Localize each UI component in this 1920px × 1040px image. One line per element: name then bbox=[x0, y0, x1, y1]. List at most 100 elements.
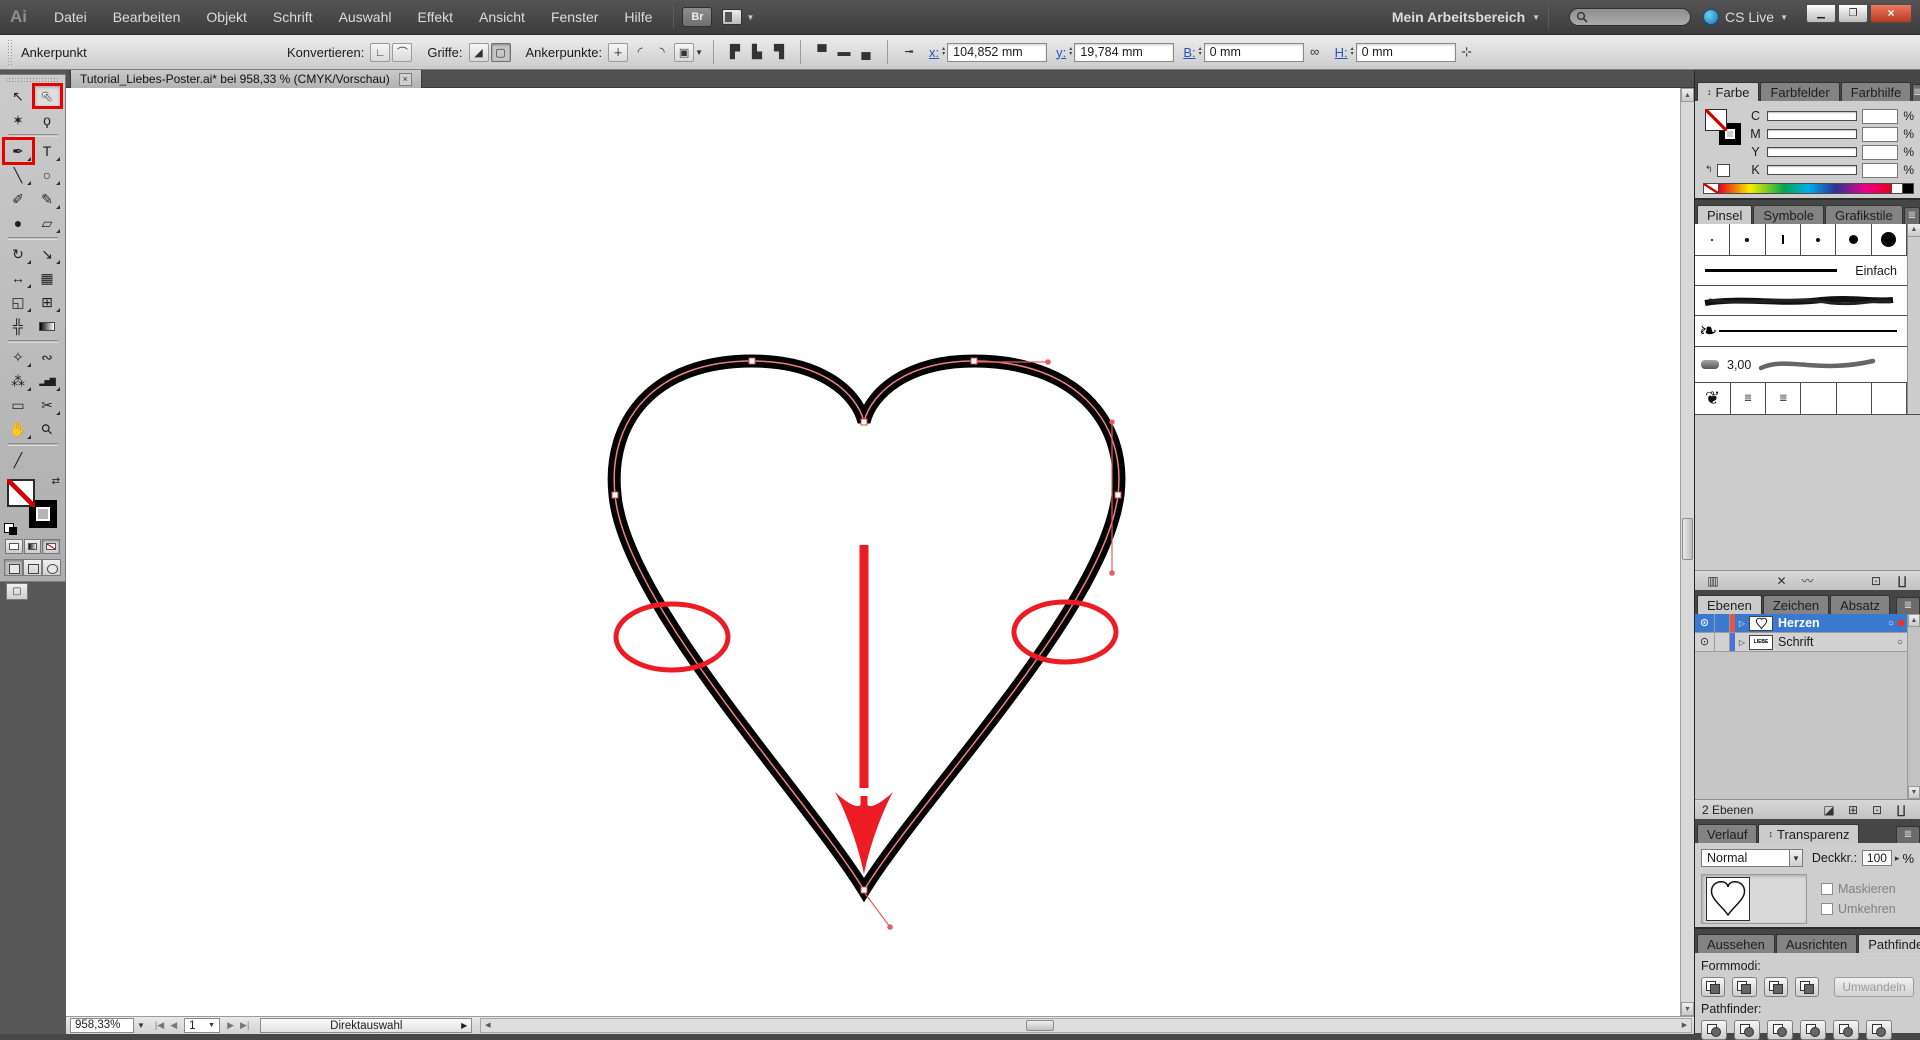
menu-item-ansicht[interactable]: Ansicht bbox=[466, 0, 538, 35]
cs-live-button[interactable]: CS Live ▼ bbox=[1703, 9, 1788, 25]
zoom-dropdown-icon[interactable]: ▼ bbox=[137, 1021, 145, 1030]
scroll-up-icon[interactable]: ▲ bbox=[1908, 224, 1920, 237]
handle-end-point[interactable] bbox=[888, 925, 892, 929]
brush-row-basic[interactable]: Einfach bbox=[1695, 256, 1907, 286]
tab-ausrichten[interactable]: Ausrichten bbox=[1776, 934, 1857, 953]
lock-toggle-box[interactable] bbox=[1715, 633, 1730, 651]
tab-zeichen[interactable]: Zeichen bbox=[1763, 595, 1829, 614]
status-tool-field[interactable]: Direktauswahl ▶ bbox=[260, 1018, 472, 1033]
blob-brush-tool[interactable]: ● bbox=[5, 212, 32, 234]
menu-item-auswahl[interactable]: Auswahl bbox=[326, 0, 405, 35]
align-bottom-button[interactable]: ▄ bbox=[856, 43, 876, 62]
expand-triangle-icon[interactable]: ▷ bbox=[1735, 638, 1749, 647]
scroll-down-icon[interactable]: ▼ bbox=[1908, 786, 1920, 799]
calligraphic-brush-swatch[interactable] bbox=[1766, 224, 1801, 255]
handle-end-point[interactable] bbox=[1110, 420, 1114, 424]
swap-icon[interactable]: ↰ bbox=[1705, 164, 1713, 175]
y-input[interactable]: 19,784 mm bbox=[1074, 43, 1174, 62]
channel-slider[interactable] bbox=[1767, 111, 1857, 121]
status-flyout-icon[interactable]: ▶ bbox=[461, 1021, 467, 1030]
unite-button[interactable] bbox=[1701, 977, 1725, 997]
first-artboard-button[interactable]: |◀ bbox=[155, 1020, 164, 1031]
close-icon[interactable]: × bbox=[399, 73, 412, 86]
brush-row-ornament[interactable]: ❧ bbox=[1695, 316, 1907, 347]
brush-options-icon[interactable]: 〰 bbox=[1797, 572, 1819, 589]
hand-tool[interactable]: ✋ bbox=[5, 418, 32, 440]
channel-value-input[interactable] bbox=[1862, 163, 1898, 178]
target-circle-icon[interactable]: ○ bbox=[1897, 637, 1903, 648]
tab-grafikstile[interactable]: Grafikstile bbox=[1825, 205, 1903, 224]
graph-tool[interactable]: ▂▅▇ bbox=[34, 370, 61, 392]
cut-path-button[interactable]: ◝ bbox=[652, 43, 672, 62]
make-clipping-mask-icon[interactable]: ◪ bbox=[1817, 803, 1841, 817]
x-input[interactable]: 104,852 mm bbox=[947, 43, 1047, 62]
blend-tool[interactable]: ∾ bbox=[34, 346, 61, 368]
new-sublayer-icon[interactable]: ⊞ bbox=[1841, 803, 1865, 817]
layer-name[interactable]: Schrift bbox=[1778, 635, 1897, 649]
gradient-tool[interactable] bbox=[34, 315, 61, 337]
workspace-switcher[interactable]: Mein Arbeitsbereich ▼ bbox=[1392, 9, 1540, 25]
symbol-sprayer-tool[interactable]: ⁂ bbox=[5, 370, 32, 392]
panel-menu-icon[interactable]: ≣ bbox=[1912, 84, 1920, 101]
magic-wand-tool[interactable]: ✶ bbox=[5, 109, 32, 131]
menu-item-effekt[interactable]: Effekt bbox=[404, 0, 466, 35]
brush-row-calligraphic-3[interactable]: 3,00 bbox=[1695, 347, 1907, 383]
calligraphic-brush-swatch[interactable] bbox=[1801, 224, 1836, 255]
artboard-navigation-field[interactable]: 1 ▼ bbox=[184, 1018, 220, 1033]
menu-item-schrift[interactable]: Schrift bbox=[260, 0, 326, 35]
none-button[interactable] bbox=[42, 539, 60, 554]
tab-pathfinder[interactable]: Pathfinder bbox=[1858, 934, 1920, 953]
brushes-scrollbar[interactable]: ▲ bbox=[1907, 224, 1920, 414]
visibility-eye-icon[interactable]: ⊙ bbox=[1695, 614, 1715, 632]
handle-end-point[interactable] bbox=[1110, 571, 1114, 575]
pencil-tool[interactable]: ✎ bbox=[34, 188, 61, 210]
delete-layer-icon[interactable]: ∐ bbox=[1889, 803, 1913, 817]
crop-button[interactable] bbox=[1800, 1020, 1826, 1040]
artboard-tool[interactable]: ▭ bbox=[5, 394, 32, 416]
anchor-point[interactable] bbox=[861, 887, 867, 893]
knife-tool[interactable]: ╱ bbox=[5, 449, 32, 471]
new-brush-icon[interactable]: ⊡ bbox=[1865, 574, 1887, 588]
chevron-down-icon[interactable]: ▼ bbox=[695, 48, 703, 57]
menu-item-hilfe[interactable]: Hilfe bbox=[611, 0, 665, 35]
tab-aussehen[interactable]: Aussehen bbox=[1697, 934, 1775, 953]
stroke-proxy-swatch[interactable] bbox=[1717, 164, 1730, 177]
tab-verlauf[interactable]: Verlauf bbox=[1697, 824, 1757, 843]
scroll-right-icon[interactable]: ▶ bbox=[1678, 1019, 1691, 1032]
draw-normal-button[interactable] bbox=[4, 559, 23, 576]
draw-inside-button[interactable] bbox=[42, 559, 61, 576]
scroll-left-icon[interactable]: ◀ bbox=[481, 1019, 494, 1032]
brush-row-pattern[interactable]: ❦ ≣ ≣ bbox=[1695, 383, 1907, 414]
calligraphic-brush-swatch[interactable] bbox=[1872, 224, 1907, 255]
align-top-button[interactable]: ▀ bbox=[812, 43, 832, 62]
menu-item-datei[interactable]: Datei bbox=[41, 0, 100, 35]
brush-row-charcoal[interactable] bbox=[1695, 286, 1907, 316]
intersect-button[interactable] bbox=[1764, 977, 1788, 997]
expand-triangle-icon[interactable]: ▷ bbox=[1735, 619, 1749, 628]
direction-handle-bottom[interactable] bbox=[864, 892, 890, 927]
channel-slider[interactable] bbox=[1767, 165, 1857, 175]
isolate-selection-button[interactable]: ▣ bbox=[674, 43, 694, 62]
align-right-button[interactable]: ▜ bbox=[769, 43, 789, 62]
menu-item-objekt[interactable]: Objekt bbox=[193, 0, 259, 35]
width-tool[interactable]: ↔ bbox=[5, 267, 32, 289]
fill-none-swatch[interactable] bbox=[1705, 109, 1727, 131]
rotate-tool[interactable]: ↻ bbox=[5, 243, 32, 265]
opacity-input[interactable]: 100 bbox=[1862, 850, 1892, 866]
draw-behind-button[interactable] bbox=[23, 559, 42, 576]
color-button[interactable] bbox=[5, 539, 23, 554]
minimize-button[interactable]: ▁ bbox=[1806, 4, 1836, 23]
paintbrush-tool[interactable]: ✐ bbox=[5, 188, 32, 210]
eraser-tool[interactable]: ▱ bbox=[34, 212, 61, 234]
black-swatch[interactable] bbox=[1903, 183, 1914, 194]
last-artboard-button[interactable]: ▶| bbox=[240, 1020, 249, 1031]
default-fill-stroke-icon[interactable] bbox=[4, 523, 19, 535]
close-button[interactable]: × bbox=[1870, 4, 1912, 23]
previous-artboard-button[interactable]: ◀ bbox=[170, 1020, 177, 1031]
invert-checkbox[interactable] bbox=[1821, 903, 1833, 915]
screen-mode-button[interactable]: ▢ bbox=[6, 583, 28, 600]
remove-anchor-button[interactable]: ∔ bbox=[608, 43, 628, 62]
color-spectrum-bar[interactable] bbox=[1719, 183, 1892, 194]
y-stepper[interactable]: ▴▾ bbox=[1069, 47, 1072, 57]
align-left-button[interactable]: ▛ bbox=[725, 43, 745, 62]
